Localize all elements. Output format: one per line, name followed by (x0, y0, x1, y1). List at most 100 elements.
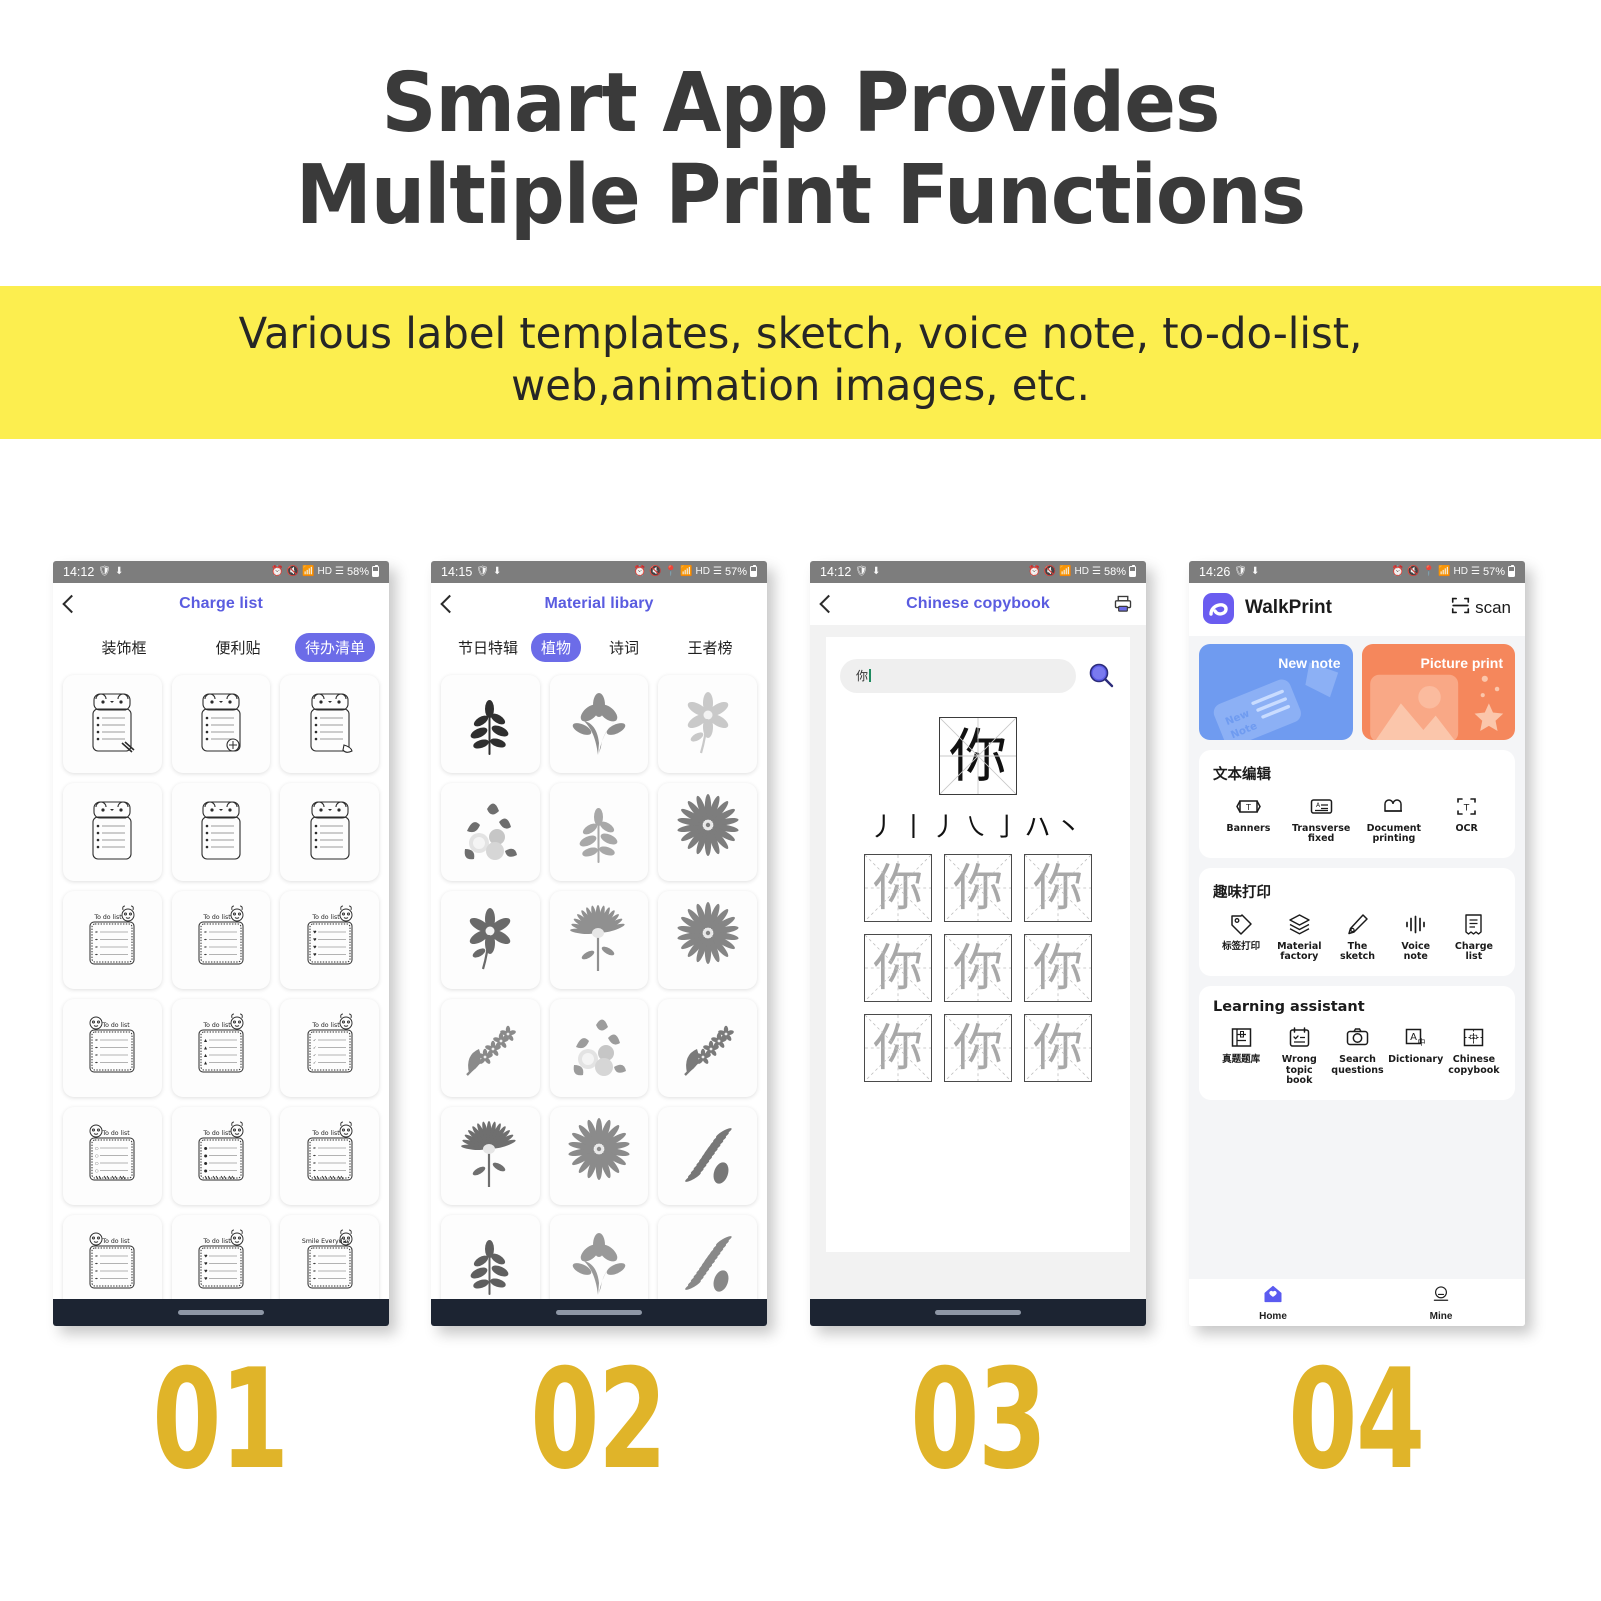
tab-home[interactable]: Home (1189, 1284, 1357, 1322)
feature-label-print[interactable]: 标签打印 (1213, 912, 1269, 963)
new-note-banner[interactable]: New Note New note (1199, 643, 1353, 740)
printer-icon[interactable] (1113, 594, 1133, 613)
template-cell[interactable]: To do list ✒ ✒ ✒ ✒ (171, 890, 271, 989)
picture-print-banner[interactable]: Picture print (1361, 643, 1515, 740)
scan-button[interactable]: scan (1451, 596, 1511, 620)
template-cell[interactable] (171, 782, 271, 881)
tab-mine[interactable]: Mine (1357, 1284, 1525, 1322)
alarm-icon: ⏰ (1391, 565, 1405, 577)
svg-text:✒: ✒ (313, 1160, 316, 1165)
tab-festival[interactable]: 节日特辑 (445, 633, 531, 662)
practice-cell[interactable]: 你 (944, 933, 1012, 1002)
material-cell[interactable] (441, 1214, 540, 1299)
material-cell[interactable] (658, 1106, 757, 1205)
practice-cell[interactable]: 你 (1024, 933, 1092, 1002)
tab-king-rank[interactable]: 王者榜 (667, 633, 753, 662)
material-cell[interactable] (549, 782, 649, 881)
practice-cell[interactable]: 你 (1024, 1013, 1092, 1082)
material-grid-wrap[interactable] (431, 670, 767, 1299)
tab-poetry[interactable]: 诗词 (581, 633, 667, 662)
tab-decor-frame[interactable]: 装饰框 (67, 633, 181, 662)
feature-wrong-topic-book[interactable]: Wrong topic book (1271, 1025, 1327, 1087)
shield-icon: 🛡 (98, 565, 111, 577)
feature-material-factory[interactable]: Material factory (1271, 912, 1327, 963)
material-cell[interactable] (441, 674, 540, 773)
template-cell[interactable]: To do list ✒ ✒ ✒ ✒ (63, 890, 162, 989)
feature-document-printing[interactable]: Document printing (1359, 794, 1430, 845)
location-icon: 📍 (1422, 565, 1436, 577)
practice-cell[interactable]: 你 (944, 1013, 1012, 1082)
template-grid-wrap[interactable]: To do list ✒ ✒ ✒ ✒ To do list ✒ ✒ ✒ ✒ To… (53, 670, 389, 1299)
material-cell[interactable] (658, 782, 757, 881)
svg-text:✒: ✒ (313, 1268, 316, 1273)
material-cell[interactable] (441, 890, 540, 989)
section-items: T Banners A Transverse fixed Document pr… (1213, 794, 1502, 845)
material-cell[interactable] (658, 890, 757, 989)
template-cell[interactable] (63, 674, 162, 773)
practice-cell[interactable]: 你 (864, 853, 932, 922)
material-cell[interactable] (549, 890, 649, 989)
feature-banners[interactable]: T Banners (1213, 794, 1284, 845)
template-cell[interactable]: To do list ● ● ● ● (171, 1106, 271, 1205)
material-cell[interactable] (549, 998, 649, 1097)
template-cell[interactable]: To do list ✒ ✒ ✒ ✒ (63, 998, 162, 1097)
svg-text:✒: ✒ (204, 929, 207, 934)
svg-text:✓: ✓ (313, 1060, 316, 1065)
home-indicator (431, 1298, 767, 1326)
template-cell[interactable] (280, 782, 379, 881)
feature-dictionary[interactable]: A中 Dictionary (1388, 1025, 1444, 1087)
material-cell[interactable] (549, 1106, 649, 1205)
ocr-icon: T (1454, 794, 1479, 819)
material-cell[interactable] (441, 782, 540, 881)
feature-transverse-fixed[interactable]: A Transverse fixed (1286, 794, 1357, 845)
material-cell[interactable] (441, 1106, 540, 1205)
template-cell[interactable] (63, 782, 162, 881)
feature-ocr[interactable]: T OCR (1431, 794, 1502, 845)
template-cell[interactable]: To do list ✒ ✒ ✒ ✒ (63, 1214, 162, 1299)
feature-chinese-copybook[interactable]: 中 Chinese copybook (1446, 1025, 1502, 1087)
material-cell[interactable] (441, 998, 540, 1097)
practice-cell[interactable]: 你 (1024, 853, 1092, 922)
material-cell[interactable] (549, 674, 649, 773)
material-cell[interactable] (658, 998, 757, 1097)
svg-text:▲: ▲ (204, 1037, 208, 1042)
practice-cell[interactable]: 你 (944, 853, 1012, 922)
feature-charge-list[interactable]: Charge list (1446, 912, 1502, 963)
shield-icon: 🛡 (1234, 565, 1247, 577)
status-time: 14:15 (441, 564, 473, 579)
template-cell[interactable]: Smile Everyday ✒ ✒ ✒ ✒ (280, 1214, 379, 1299)
signal-icon: ☰ (713, 565, 722, 577)
feature-label: Banners (1226, 822, 1271, 834)
material-cell[interactable] (658, 1214, 757, 1299)
material-cell[interactable] (658, 674, 757, 773)
search-icon[interactable] (1086, 661, 1116, 691)
svg-text:To do list: To do list (311, 1130, 340, 1137)
tab-sticky-note[interactable]: 便利贴 (181, 633, 295, 662)
svg-text:●: ● (204, 1160, 208, 1165)
home-body: New Note New note Picture print 文本编辑 T B… (1189, 635, 1525, 1279)
feature-the-sketch[interactable]: The sketch (1329, 912, 1385, 963)
template-cell[interactable] (280, 674, 379, 773)
template-cell[interactable]: To do list ✓ ✓ ✓ ✓ (280, 998, 379, 1097)
svg-text:✓: ✓ (313, 1045, 316, 1050)
character-search-input[interactable]: 你 (840, 658, 1076, 693)
feature-voice-note[interactable]: Voice note (1388, 912, 1444, 963)
template-cell[interactable]: To do list ✒ ✒ ✒ ✒ (280, 1106, 379, 1205)
practice-cell[interactable]: 你 (864, 1013, 932, 1082)
svg-text:✒: ✒ (95, 1261, 98, 1266)
svg-text:✒: ✒ (95, 1253, 98, 1258)
feature-search-questions[interactable]: Search questions (1329, 1025, 1385, 1087)
template-cell[interactable]: To do list ○ ○ ○ ○ (63, 1106, 162, 1205)
practice-cell[interactable]: 你 (864, 933, 932, 1002)
feature-question-bank[interactable]: 真题题库 (1213, 1025, 1269, 1087)
template-cell[interactable]: To do list ♥ ♥ ♥ ♥ (171, 1214, 271, 1299)
template-cell[interactable]: To do list ▲ ▲ ▲ ▲ (171, 998, 271, 1097)
status-right: ⏰ 🔇 📍 📶 HD ☰ 57% (1391, 564, 1515, 578)
material-cell[interactable] (549, 1214, 649, 1299)
template-cell[interactable]: To do list ♥ ♥ ♥ ♥ (280, 890, 379, 989)
tab-plants[interactable]: 植物 (531, 632, 582, 662)
tab-todo-list[interactable]: 待办清单 (295, 632, 376, 662)
step-number-03: 03 (910, 1338, 1047, 1500)
svg-text:▲: ▲ (204, 1060, 208, 1065)
template-cell[interactable] (171, 674, 271, 773)
